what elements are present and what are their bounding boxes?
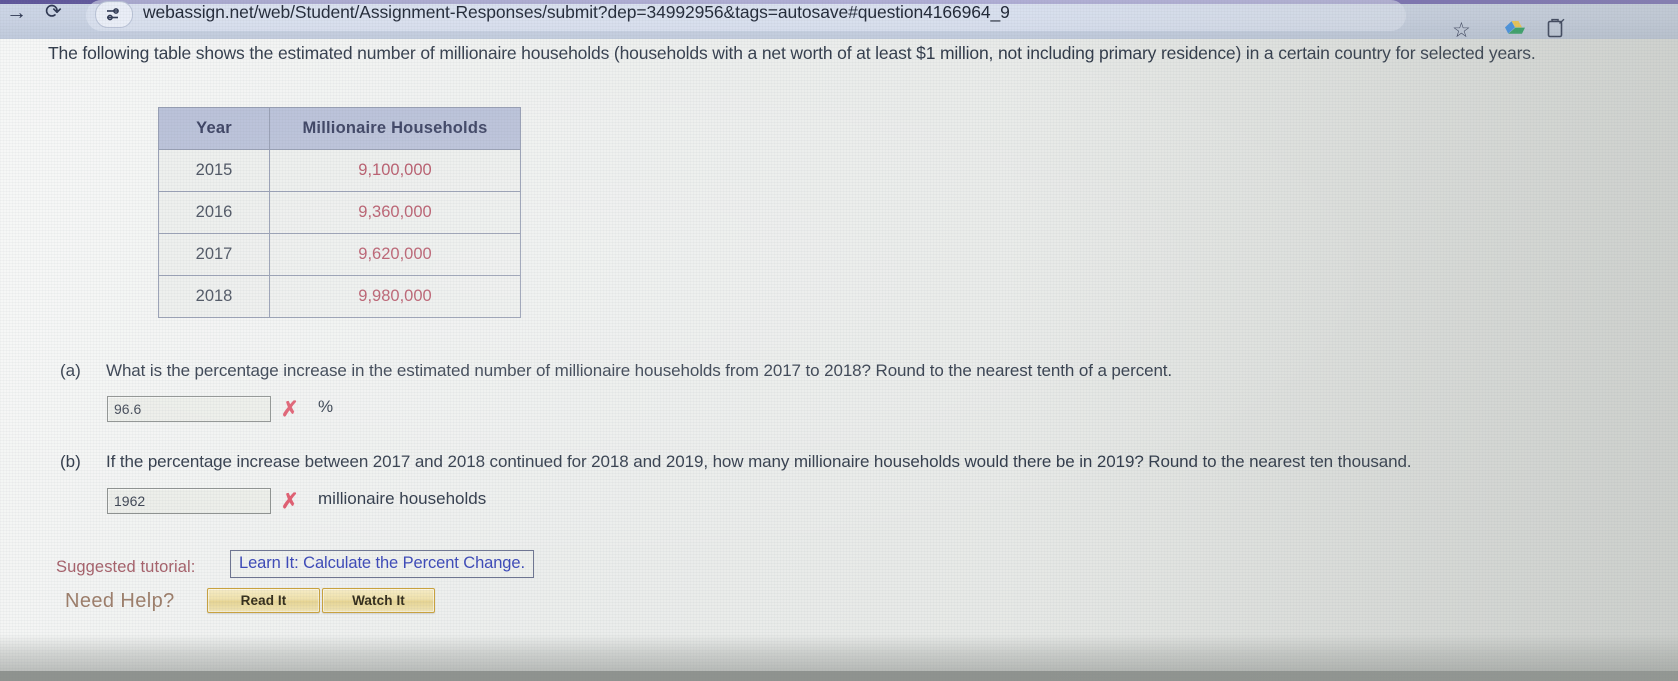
millionaire-households-table-wrapper: Year Millionaire Households 2015 9,100,0… — [158, 107, 521, 318]
table-cell-households: 9,980,000 — [269, 275, 521, 318]
part-b-unit-label: millionaire households — [318, 489, 487, 508]
table-header-year: Year — [158, 107, 270, 150]
google-drive-icon[interactable] — [1505, 20, 1525, 39]
forward-arrow-icon[interactable]: → — [6, 2, 27, 23]
suggested-tutorial-box[interactable]: Learn It: Calculate the Percent Change. — [230, 550, 534, 578]
suggested-tutorial-label: Suggested tutorial: — [56, 558, 196, 576]
table-header-row: Year Millionaire Households — [158, 107, 521, 150]
table-cell-households: 9,360,000 — [269, 191, 521, 234]
part-b-incorrect-icon: ✗ — [281, 490, 299, 513]
address-bar-url[interactable]: webassign.net/web/Student/Assignment-Res… — [143, 2, 1010, 23]
browser-toolbar: → ⟳ webassign.net/web/Student/Assignment… — [0, 0, 1678, 39]
part-a-answer-input[interactable] — [107, 396, 271, 422]
table-cell-year: 2016 — [158, 191, 270, 234]
part-b-answer-input[interactable] — [107, 488, 271, 514]
suggested-tutorial-link[interactable]: Learn It: Calculate the Percent Change. — [239, 554, 525, 572]
part-a-text: What is the percentage increase in the e… — [106, 361, 1173, 380]
reload-icon[interactable]: ⟳ — [45, 2, 62, 22]
part-b-text: If the percentage increase between 2017 … — [106, 452, 1412, 471]
table-row: 2016 9,360,000 — [158, 191, 521, 234]
table-cell-households: 9,620,000 — [269, 233, 521, 276]
assignment-content: The following table shows the estimated … — [0, 39, 1678, 681]
watch-it-button[interactable]: Watch It — [322, 588, 435, 613]
photo-bottom-bezel — [0, 671, 1678, 681]
table-cell-year: 2017 — [158, 233, 270, 276]
extension-icon[interactable] — [1546, 18, 1566, 39]
millionaire-households-table: Year Millionaire Households 2015 9,100,0… — [158, 107, 521, 318]
part-a-label: (a) — [60, 361, 81, 380]
read-it-button[interactable]: Read It — [207, 588, 320, 613]
question-prompt: The following table shows the estimated … — [48, 43, 1536, 63]
table-cell-households: 9,100,000 — [269, 149, 521, 192]
table-row: 2015 9,100,000 — [158, 149, 521, 192]
part-a-unit-label: % — [318, 397, 334, 416]
site-settings-icon[interactable] — [95, 1, 133, 28]
table-cell-year: 2015 — [158, 149, 270, 192]
table-header-households: Millionaire Households — [269, 107, 521, 150]
part-a-incorrect-icon: ✗ — [281, 398, 299, 421]
star-icon[interactable]: ☆ — [1452, 20, 1471, 39]
table-row: 2017 9,620,000 — [158, 233, 521, 276]
table-row: 2018 9,980,000 — [158, 275, 521, 318]
part-b-label: (b) — [60, 452, 81, 471]
need-help-label: Need Help? — [65, 590, 175, 612]
table-cell-year: 2018 — [158, 275, 270, 318]
